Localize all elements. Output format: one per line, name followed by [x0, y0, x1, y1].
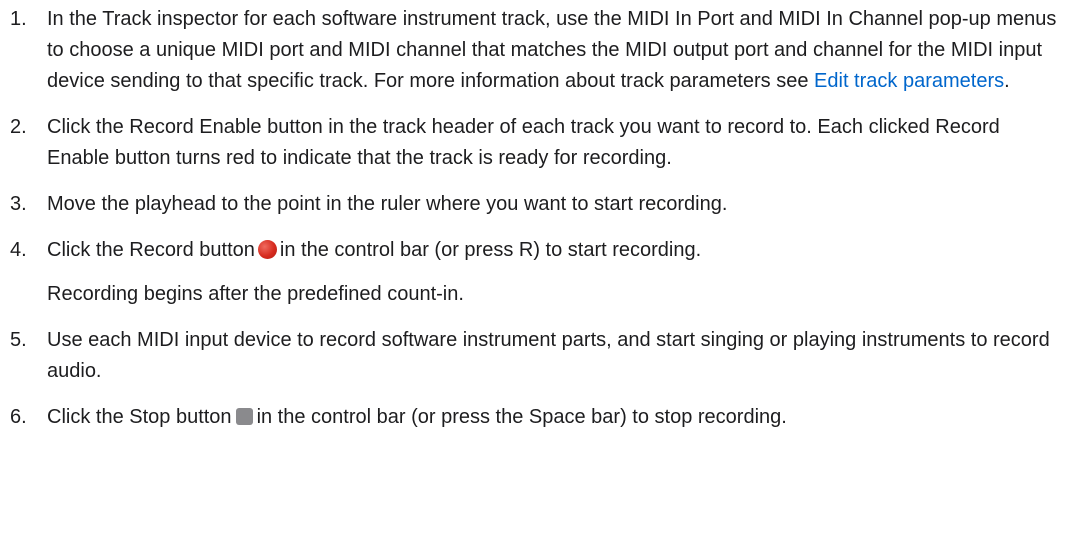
step-6: 6. Click the Stop button in the control b… [0, 402, 1073, 433]
step-body: Move the playhead to the point in the ru… [47, 189, 1073, 220]
step-body: Use each MIDI input device to record sof… [47, 325, 1073, 387]
step-text: Click the Stop button in the control bar … [47, 402, 1065, 433]
step-2: 2. Click the Record Enable button in the… [0, 112, 1073, 174]
step-text: In the Track inspector for each software… [47, 4, 1065, 97]
step-body: Click the Record button in the control ba… [47, 235, 1073, 310]
step-text: Click the Record button in the control ba… [47, 235, 1065, 266]
step-text-after: . [1004, 70, 1010, 92]
step-text: Use each MIDI input device to record sof… [47, 329, 1050, 382]
step-text-before: Click the Record button [47, 239, 255, 261]
step-5: 5. Use each MIDI input device to record … [0, 325, 1073, 387]
step-3: 3. Move the playhead to the point in the… [0, 189, 1073, 220]
step-body: Click the Stop button in the control bar … [47, 402, 1073, 433]
step-body: In the Track inspector for each software… [47, 4, 1073, 97]
step-text-after: in the control bar (or press R) to start… [279, 239, 702, 261]
step-body: Click the Record Enable button in the tr… [47, 112, 1073, 174]
step-number: 5. [10, 329, 27, 351]
step-1: 1. In the Track inspector for each softw… [0, 4, 1073, 97]
step-text: Move the playhead to the point in the ru… [47, 193, 728, 215]
step-note: Recording begins after the predefined co… [47, 283, 464, 305]
step-number: 1. [10, 8, 27, 30]
edit-track-parameters-link[interactable]: Edit track parameters [814, 70, 1004, 92]
step-text-after: in the control bar (or press the Space b… [256, 406, 787, 428]
step-number: 2. [10, 116, 27, 138]
step-number: 6. [10, 406, 27, 428]
step-number: 3. [10, 193, 27, 215]
step-text-before: Click the Stop button [47, 406, 232, 428]
step-number: 4. [10, 239, 27, 261]
recording-steps-list: 1. In the Track inspector for each softw… [0, 0, 1073, 433]
stop-icon [235, 408, 253, 425]
step-4: 4. Click the Record button in the control… [0, 235, 1073, 310]
step-text: Click the Record Enable button in the tr… [47, 116, 1000, 169]
record-icon [257, 240, 277, 259]
